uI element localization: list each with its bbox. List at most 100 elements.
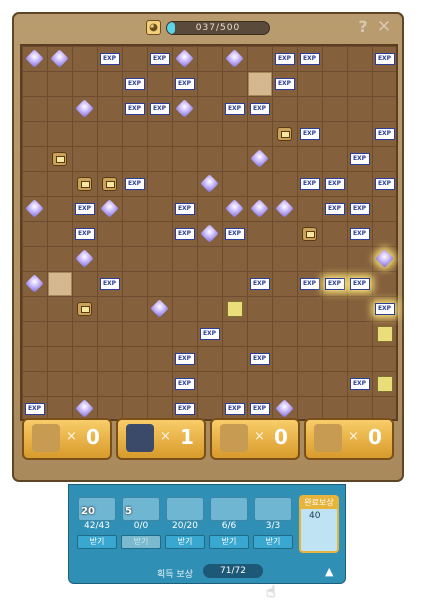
claim-button[interactable]: 받기 bbox=[253, 535, 293, 549]
progress-text: 037/500 bbox=[195, 23, 241, 33]
exp-card-icon[interactable]: EXP bbox=[249, 102, 270, 115]
exp-card-icon[interactable]: EXP bbox=[274, 77, 295, 90]
exp-card-icon[interactable]: EXP bbox=[274, 52, 295, 65]
title-bar: ◕ 037/500 ? ✕ bbox=[14, 14, 402, 44]
exp-card-icon[interactable]: EXP bbox=[349, 377, 370, 390]
claim-button[interactable]: 받기 bbox=[77, 535, 117, 549]
exp-card-icon[interactable]: EXP bbox=[299, 127, 320, 140]
bomb-icon bbox=[126, 424, 154, 452]
reward-badge: 20 bbox=[81, 506, 95, 517]
exp-card-icon[interactable]: EXP bbox=[224, 402, 245, 415]
gem-icon[interactable] bbox=[75, 249, 94, 268]
exp-card-icon[interactable]: EXP bbox=[374, 302, 395, 315]
gem-icon[interactable] bbox=[75, 99, 94, 118]
exp-card-icon[interactable]: EXP bbox=[149, 52, 170, 65]
gem-icon[interactable] bbox=[175, 49, 194, 68]
completion-reward[interactable]: 완료보상 40 bbox=[299, 495, 339, 553]
exp-card-icon[interactable]: EXP bbox=[24, 402, 45, 415]
gem-icon[interactable] bbox=[25, 274, 44, 293]
exp-card-icon[interactable]: EXP bbox=[99, 277, 120, 290]
cube-icon[interactable] bbox=[226, 300, 243, 317]
exp-card-icon[interactable]: EXP bbox=[299, 52, 320, 65]
chest-icon[interactable] bbox=[77, 176, 92, 191]
reward-count: 0/0 bbox=[133, 521, 149, 531]
exp-card-icon[interactable]: EXP bbox=[324, 277, 345, 290]
gem-icon bbox=[166, 497, 204, 521]
cube-icon[interactable] bbox=[376, 325, 393, 342]
exp-card-icon[interactable]: EXP bbox=[249, 277, 270, 290]
exp-card-icon[interactable]: EXP bbox=[174, 202, 195, 215]
exp-card-icon[interactable]: EXP bbox=[74, 227, 95, 240]
claim-button[interactable]: 받기 bbox=[121, 535, 161, 549]
exp-card-icon[interactable]: EXP bbox=[299, 277, 320, 290]
exp-card-icon[interactable]: EXP bbox=[349, 277, 370, 290]
exp-card-icon[interactable]: EXP bbox=[324, 177, 345, 190]
exp-card-icon[interactable]: EXP bbox=[374, 52, 395, 65]
exp-card-icon[interactable]: EXP bbox=[324, 202, 345, 215]
claim-button[interactable]: 받기 bbox=[165, 535, 205, 549]
chest-icon[interactable] bbox=[277, 126, 292, 141]
gem-icon[interactable] bbox=[200, 174, 219, 193]
exp-card-icon[interactable]: EXP bbox=[224, 227, 245, 240]
gem-icon[interactable] bbox=[175, 99, 194, 118]
exp-card-icon[interactable]: EXP bbox=[174, 377, 195, 390]
multiply-sign: × bbox=[66, 429, 77, 444]
help-button[interactable]: ? bbox=[355, 18, 371, 36]
chest-icon[interactable] bbox=[77, 301, 92, 316]
resource-button-bomb[interactable]: × 1 bbox=[116, 418, 206, 460]
gem-icon[interactable] bbox=[200, 224, 219, 243]
exp-card-icon[interactable]: EXP bbox=[224, 102, 245, 115]
exp-card-icon[interactable]: EXP bbox=[199, 327, 220, 340]
close-button[interactable]: ✕ bbox=[376, 18, 392, 36]
exp-card-icon[interactable]: EXP bbox=[349, 227, 370, 240]
progress-bar: 037/500 bbox=[166, 21, 270, 35]
gem-icon[interactable] bbox=[275, 399, 294, 418]
exp-card-icon[interactable]: EXP bbox=[174, 402, 195, 415]
chest-icon[interactable] bbox=[102, 176, 117, 191]
claim-button[interactable]: 받기 bbox=[209, 535, 249, 549]
gem-icon[interactable] bbox=[225, 49, 244, 68]
gem-icon[interactable] bbox=[250, 149, 269, 168]
exp-card-icon[interactable]: EXP bbox=[149, 102, 170, 115]
reward-count: 20/20 bbox=[172, 521, 198, 531]
exp-card-icon[interactable]: EXP bbox=[349, 202, 370, 215]
reward-slot: 6/6 받기 bbox=[209, 497, 249, 554]
exp-card-icon[interactable]: EXP bbox=[374, 177, 395, 190]
gem-icon[interactable] bbox=[50, 49, 69, 68]
exp-card-icon[interactable]: EXP bbox=[249, 352, 270, 365]
exp-card-icon[interactable]: EXP bbox=[124, 77, 145, 90]
resource-button-chain[interactable]: × 0 bbox=[210, 418, 300, 460]
resource-button-scroll[interactable]: × 0 bbox=[22, 418, 112, 460]
exp-card-icon[interactable]: EXP bbox=[174, 352, 195, 365]
gem-icon[interactable] bbox=[100, 199, 119, 218]
gem-icon[interactable] bbox=[75, 399, 94, 418]
chest-icon[interactable] bbox=[302, 226, 317, 241]
exp-card-icon[interactable]: EXP bbox=[124, 102, 145, 115]
gem-icon[interactable] bbox=[150, 299, 169, 318]
cube-icon[interactable] bbox=[376, 375, 393, 392]
exp-card-icon[interactable]: EXP bbox=[74, 202, 95, 215]
gem-icon[interactable] bbox=[250, 199, 269, 218]
exp-card-icon[interactable]: EXP bbox=[249, 402, 270, 415]
empty-tile[interactable] bbox=[247, 71, 272, 96]
completion-label: 완료보상 bbox=[301, 497, 337, 509]
exp-card-icon: 20 bbox=[78, 497, 116, 521]
gem-icon[interactable] bbox=[375, 249, 394, 268]
gem-icon[interactable] bbox=[275, 199, 294, 218]
chest-icon[interactable] bbox=[52, 151, 67, 166]
exp-card-icon[interactable]: EXP bbox=[374, 127, 395, 140]
chevron-up-icon[interactable]: ▲ bbox=[325, 565, 333, 578]
exp-card-icon[interactable]: EXP bbox=[99, 52, 120, 65]
empty-tile[interactable] bbox=[47, 271, 72, 296]
game-board[interactable]: EXP EXP EXP EXP EXP EXP EXP EXP EXP EXP EXP EXP EXP E… bbox=[20, 44, 398, 421]
resource-button-tower[interactable]: × 0 bbox=[304, 418, 394, 460]
gem-icon[interactable] bbox=[225, 199, 244, 218]
exp-card-icon[interactable]: EXP bbox=[174, 77, 195, 90]
exp-card-icon[interactable]: EXP bbox=[124, 177, 145, 190]
gem-icon[interactable] bbox=[25, 49, 44, 68]
exp-card-icon[interactable]: EXP bbox=[299, 177, 320, 190]
gem-icon[interactable] bbox=[25, 199, 44, 218]
exp-card-icon[interactable]: EXP bbox=[174, 227, 195, 240]
exp-card-icon[interactable]: EXP bbox=[349, 152, 370, 165]
cat-icon: ◕ bbox=[146, 20, 161, 35]
